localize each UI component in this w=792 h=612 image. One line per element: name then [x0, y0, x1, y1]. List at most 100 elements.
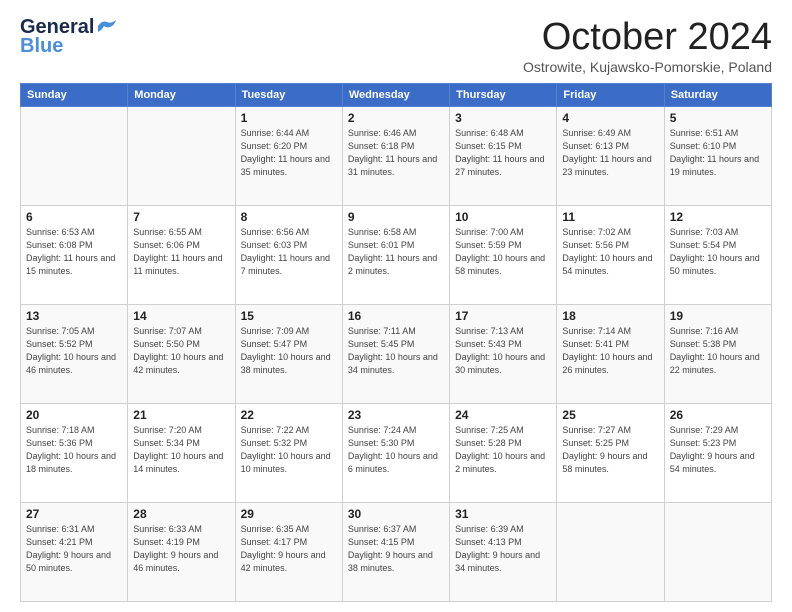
table-row: 4 Sunrise: 6:49 AMSunset: 6:13 PMDaylight…	[557, 107, 664, 206]
calendar-week-row: 13 Sunrise: 7:05 AMSunset: 5:52 PMDayligh…	[21, 305, 772, 404]
logo: General Blue	[20, 16, 118, 58]
day-info: Sunrise: 7:27 AMSunset: 5:25 PMDaylight:…	[562, 424, 658, 476]
day-number: 1	[241, 111, 337, 125]
day-number: 31	[455, 507, 551, 521]
table-row: 25Sunrise: 7:27 AMSunset: 5:25 PMDayligh…	[557, 404, 664, 503]
day-number: 30	[348, 507, 444, 521]
day-info: Sunrise: 6:37 AMSunset: 4:15 PMDaylight:…	[348, 523, 444, 575]
calendar-week-row: 6 Sunrise: 6:53 AMSunset: 6:08 PMDaylight…	[21, 206, 772, 305]
day-info: Sunrise: 6:49 AMSunset: 6:13 PMDaylight:…	[562, 127, 658, 179]
day-info: Sunrise: 7:05 AMSunset: 5:52 PMDaylight:…	[26, 325, 122, 377]
table-row: 21Sunrise: 7:20 AMSunset: 5:34 PMDayligh…	[128, 404, 235, 503]
day-info: Sunrise: 6:48 AMSunset: 6:15 PMDaylight:…	[455, 127, 551, 179]
day-number: 15	[241, 309, 337, 323]
day-number: 29	[241, 507, 337, 521]
logo-bird-icon	[96, 18, 118, 34]
col-monday: Monday	[128, 84, 235, 107]
table-row: 2Sunrise: 6:46 AMSunset: 6:18 PMDaylight…	[342, 107, 449, 206]
table-row	[128, 107, 235, 206]
day-number: 2	[348, 111, 444, 125]
table-row: 22 Sunrise: 7:22 AMSunset: 5:32 PMDayligh…	[235, 404, 342, 503]
day-info: Sunrise: 7:18 AMSunset: 5:36 PMDaylight:…	[26, 424, 122, 476]
day-number: 23	[348, 408, 444, 422]
day-info: Sunrise: 6:53 AMSunset: 6:08 PMDaylight:…	[26, 226, 122, 278]
day-number: 4	[562, 111, 658, 125]
title-block: October 2024 Ostrowite, Kujawsko-Pomorsk…	[523, 16, 772, 75]
col-tuesday: Tuesday	[235, 84, 342, 107]
table-row: 16Sunrise: 7:11 AMSunset: 5:45 PMDayligh…	[342, 305, 449, 404]
table-row: 17 Sunrise: 7:13 AMSunset: 5:43 PMDayligh…	[450, 305, 557, 404]
day-number: 19	[670, 309, 766, 323]
day-info: Sunrise: 7:14 AMSunset: 5:41 PMDaylight:…	[562, 325, 658, 377]
day-info: Sunrise: 7:00 AMSunset: 5:59 PMDaylight:…	[455, 226, 551, 278]
col-wednesday: Wednesday	[342, 84, 449, 107]
table-row: 10 Sunrise: 7:00 AMSunset: 5:59 PMDayligh…	[450, 206, 557, 305]
day-info: Sunrise: 7:29 AMSunset: 5:23 PMDaylight:…	[670, 424, 766, 476]
calendar-week-row: 20 Sunrise: 7:18 AMSunset: 5:36 PMDayligh…	[21, 404, 772, 503]
logo-blue: Blue	[20, 35, 63, 58]
location-subtitle: Ostrowite, Kujawsko-Pomorskie, Poland	[523, 59, 772, 75]
day-number: 20	[26, 408, 122, 422]
table-row: 28 Sunrise: 6:33 AMSunset: 4:19 PMDayligh…	[128, 503, 235, 602]
day-info: Sunrise: 6:35 AMSunset: 4:17 PMDaylight:…	[241, 523, 337, 575]
day-info: Sunrise: 7:22 AMSunset: 5:32 PMDaylight:…	[241, 424, 337, 476]
table-row: 19 Sunrise: 7:16 AMSunset: 5:38 PMDayligh…	[664, 305, 771, 404]
col-friday: Friday	[557, 84, 664, 107]
day-info: Sunrise: 7:11 AMSunset: 5:45 PMDaylight:…	[348, 325, 444, 377]
day-info: Sunrise: 7:02 AMSunset: 5:56 PMDaylight:…	[562, 226, 658, 278]
calendar-table: Sunday Monday Tuesday Wednesday Thursday…	[20, 83, 772, 602]
day-info: Sunrise: 6:58 AMSunset: 6:01 PMDaylight:…	[348, 226, 444, 278]
day-number: 5	[670, 111, 766, 125]
month-title: October 2024	[523, 16, 772, 59]
table-row: 20 Sunrise: 7:18 AMSunset: 5:36 PMDayligh…	[21, 404, 128, 503]
calendar-week-row: 27Sunrise: 6:31 AMSunset: 4:21 PMDayligh…	[21, 503, 772, 602]
day-number: 6	[26, 210, 122, 224]
table-row: 31Sunrise: 6:39 AMSunset: 4:13 PMDayligh…	[450, 503, 557, 602]
table-row	[21, 107, 128, 206]
table-row: 6 Sunrise: 6:53 AMSunset: 6:08 PMDaylight…	[21, 206, 128, 305]
table-row: 1Sunrise: 6:44 AMSunset: 6:20 PMDaylight…	[235, 107, 342, 206]
day-number: 7	[133, 210, 229, 224]
table-row: 15 Sunrise: 7:09 AMSunset: 5:47 PMDayligh…	[235, 305, 342, 404]
day-number: 13	[26, 309, 122, 323]
header: General Blue October 2024 Ostrowite, Kuj…	[20, 16, 772, 75]
day-number: 9	[348, 210, 444, 224]
day-number: 11	[562, 210, 658, 224]
table-row: 18Sunrise: 7:14 AMSunset: 5:41 PMDayligh…	[557, 305, 664, 404]
table-row: 24Sunrise: 7:25 AMSunset: 5:28 PMDayligh…	[450, 404, 557, 503]
day-info: Sunrise: 7:20 AMSunset: 5:34 PMDaylight:…	[133, 424, 229, 476]
calendar-week-row: 1Sunrise: 6:44 AMSunset: 6:20 PMDaylight…	[21, 107, 772, 206]
table-row: 29 Sunrise: 6:35 AMSunset: 4:17 PMDayligh…	[235, 503, 342, 602]
table-row: 12Sunrise: 7:03 AMSunset: 5:54 PMDayligh…	[664, 206, 771, 305]
day-info: Sunrise: 6:31 AMSunset: 4:21 PMDaylight:…	[26, 523, 122, 575]
day-number: 28	[133, 507, 229, 521]
day-number: 14	[133, 309, 229, 323]
table-row: 26Sunrise: 7:29 AMSunset: 5:23 PMDayligh…	[664, 404, 771, 503]
table-row: 14 Sunrise: 7:07 AMSunset: 5:50 PMDayligh…	[128, 305, 235, 404]
table-row	[664, 503, 771, 602]
day-info: Sunrise: 7:24 AMSunset: 5:30 PMDaylight:…	[348, 424, 444, 476]
day-number: 8	[241, 210, 337, 224]
day-info: Sunrise: 6:55 AMSunset: 6:06 PMDaylight:…	[133, 226, 229, 278]
day-info: Sunrise: 6:33 AMSunset: 4:19 PMDaylight:…	[133, 523, 229, 575]
day-info: Sunrise: 7:03 AMSunset: 5:54 PMDaylight:…	[670, 226, 766, 278]
day-number: 3	[455, 111, 551, 125]
page: General Blue October 2024 Ostrowite, Kuj…	[0, 0, 792, 612]
day-number: 10	[455, 210, 551, 224]
day-info: Sunrise: 7:13 AMSunset: 5:43 PMDaylight:…	[455, 325, 551, 377]
day-info: Sunrise: 7:09 AMSunset: 5:47 PMDaylight:…	[241, 325, 337, 377]
col-sunday: Sunday	[21, 84, 128, 107]
table-row: 30 Sunrise: 6:37 AMSunset: 4:15 PMDayligh…	[342, 503, 449, 602]
day-number: 22	[241, 408, 337, 422]
table-row: 11 Sunrise: 7:02 AMSunset: 5:56 PMDayligh…	[557, 206, 664, 305]
calendar-header-row: Sunday Monday Tuesday Wednesday Thursday…	[21, 84, 772, 107]
table-row: 3 Sunrise: 6:48 AMSunset: 6:15 PMDaylight…	[450, 107, 557, 206]
table-row: 27Sunrise: 6:31 AMSunset: 4:21 PMDayligh…	[21, 503, 128, 602]
day-info: Sunrise: 7:07 AMSunset: 5:50 PMDaylight:…	[133, 325, 229, 377]
day-info: Sunrise: 7:16 AMSunset: 5:38 PMDaylight:…	[670, 325, 766, 377]
table-row: 9 Sunrise: 6:58 AMSunset: 6:01 PMDaylight…	[342, 206, 449, 305]
col-saturday: Saturday	[664, 84, 771, 107]
col-thursday: Thursday	[450, 84, 557, 107]
day-number: 17	[455, 309, 551, 323]
table-row: 5Sunrise: 6:51 AMSunset: 6:10 PMDaylight…	[664, 107, 771, 206]
